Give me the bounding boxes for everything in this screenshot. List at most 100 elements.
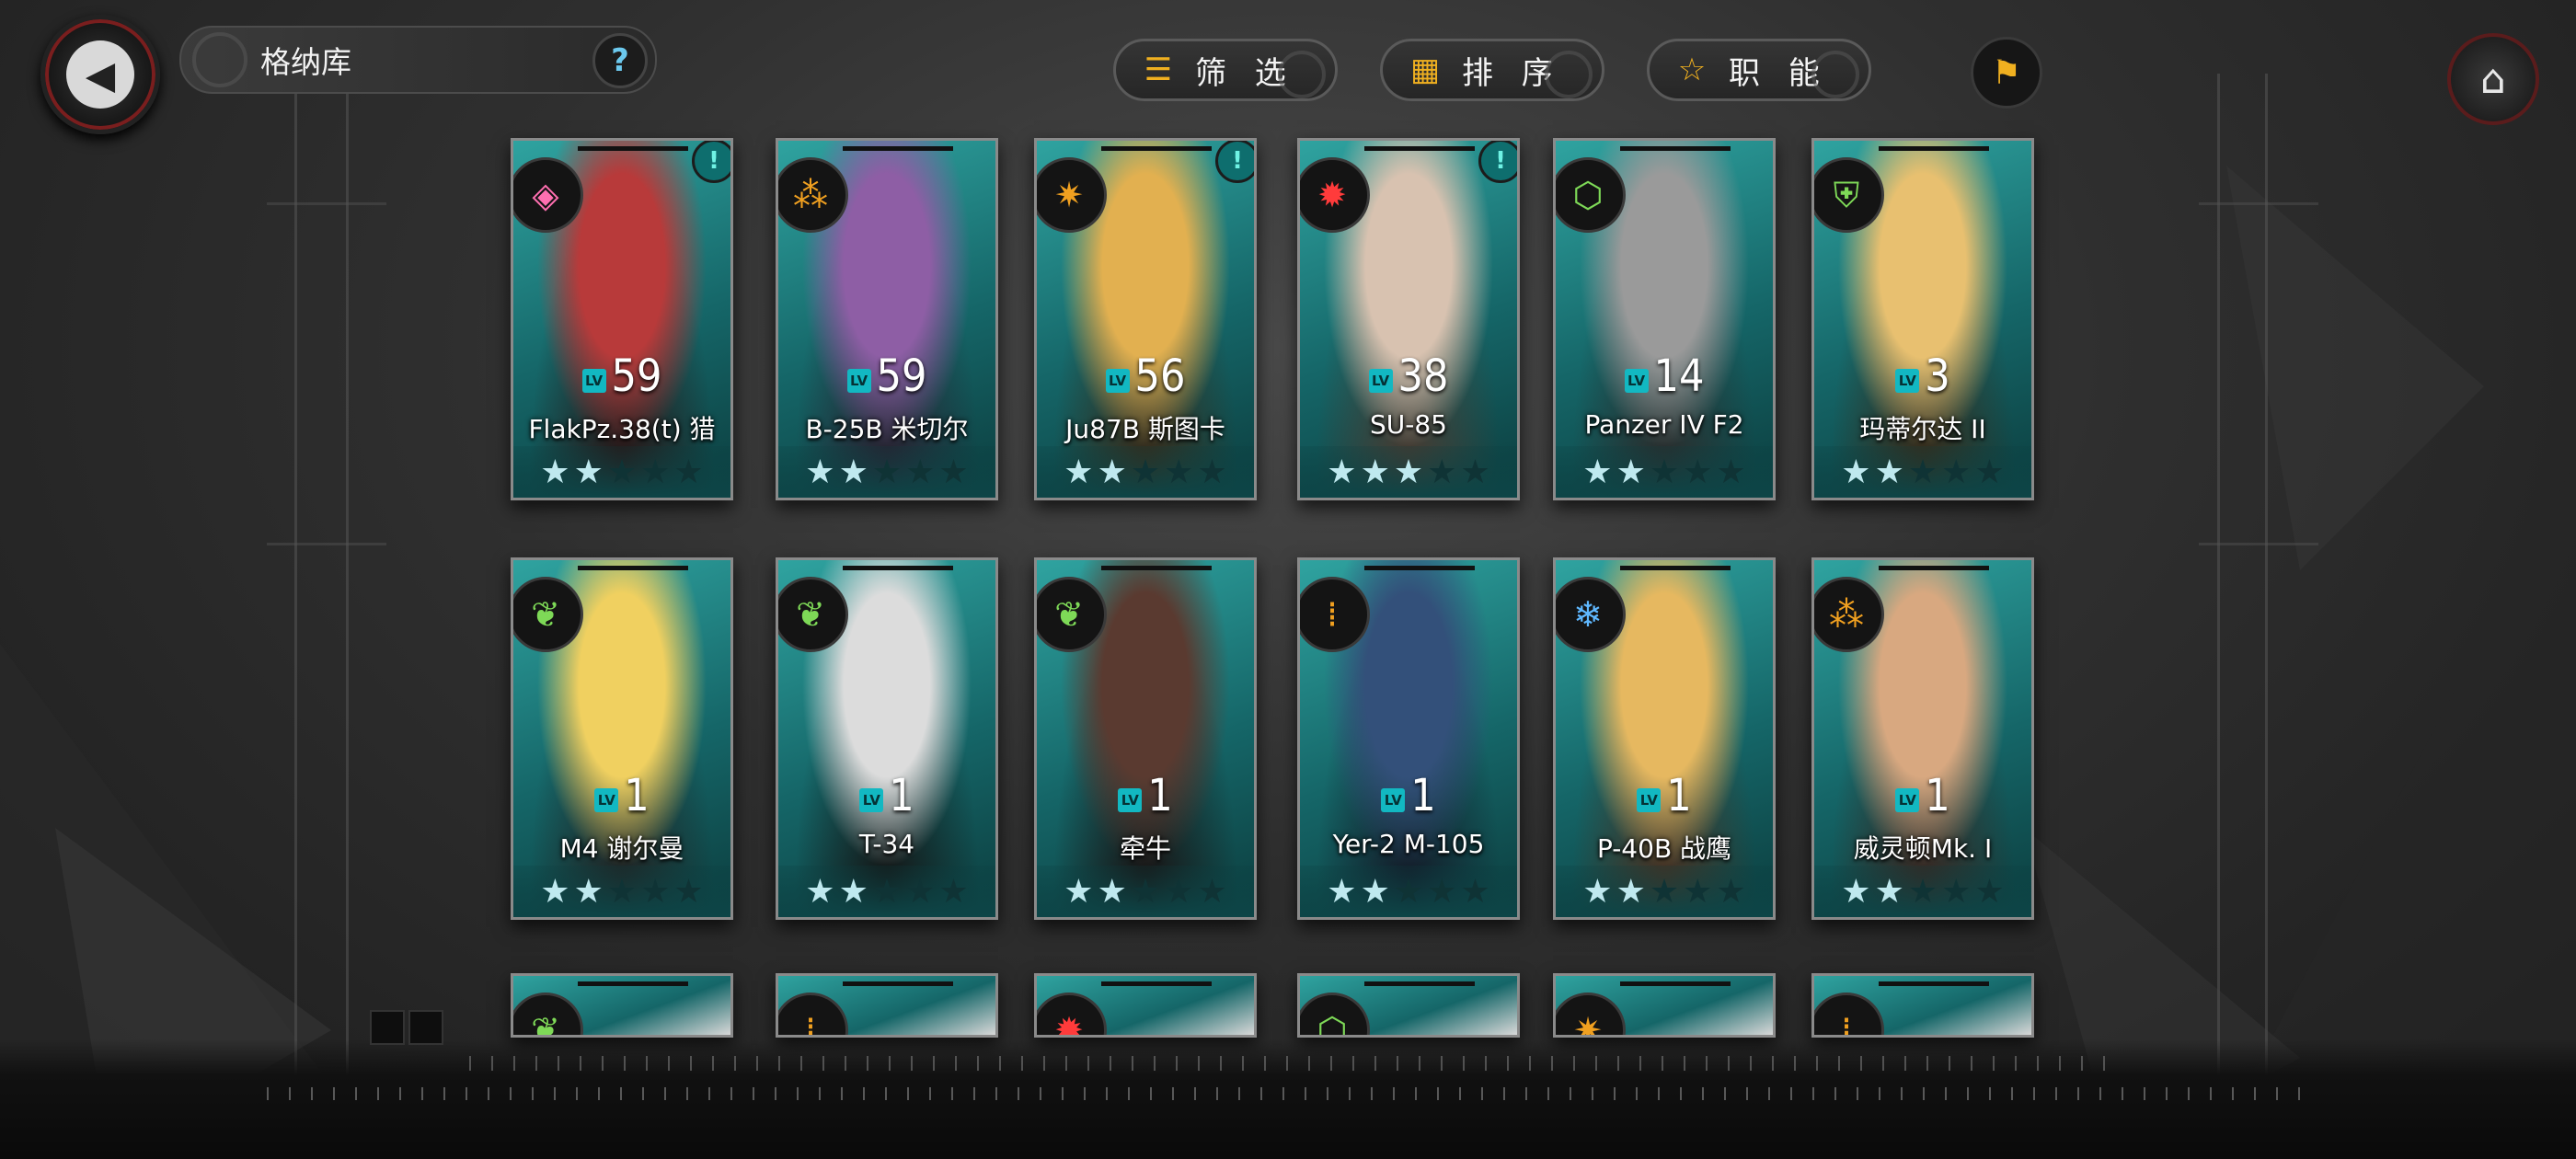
- star-rating: ★ ★ ★ ★ ★: [778, 446, 995, 498]
- unit-card[interactable]: ❄ LV 1 P-40B 战鹰 ★ ★ ★ ★ ★: [1553, 557, 1776, 920]
- unit-card[interactable]: ⁞: [1811, 973, 2034, 1038]
- unit-card[interactable]: ✷ ! LV 56 Ju87B 斯图卡 ★ ★ ★ ★ ★: [1034, 138, 1257, 500]
- unit-card[interactable]: ⁞ LV 1 Yer-2 M-105 ★ ★ ★ ★ ★: [1297, 557, 1520, 920]
- frame-line: [2199, 543, 2318, 545]
- sort-button[interactable]: ▦ 排 序: [1380, 39, 1604, 101]
- unit-card[interactable]: ✹ ! LV 38 SU-85 ★ ★ ★ ★ ★: [1297, 138, 1520, 500]
- card-top-bar: [1620, 981, 1731, 986]
- blue-snowflake-icon: ❄: [1556, 577, 1626, 652]
- card-top-bar: [1101, 146, 1212, 151]
- star-icon: ★: [1974, 453, 2005, 491]
- unit-card[interactable]: ❦ LV 1 牵牛 ★ ★ ★ ★ ★: [1034, 557, 1257, 920]
- background-pattern: [0, 166, 2576, 1159]
- level-number: 1: [1666, 770, 1692, 821]
- frame-line: [346, 74, 349, 1159]
- frame-line: [267, 543, 386, 545]
- unit-name: 牵牛: [1119, 833, 1171, 864]
- level-number: 1: [1925, 770, 1950, 821]
- back-button[interactable]: ◀: [40, 15, 160, 134]
- star-icon: ★: [1841, 872, 1871, 911]
- star-icon: ★: [640, 872, 671, 911]
- star-icon: ★: [640, 453, 671, 491]
- unit-card[interactable]: ⬡: [1297, 973, 1520, 1038]
- star-icon: ★: [871, 872, 903, 911]
- level-display: LV 1: [1037, 774, 1254, 818]
- filter-button[interactable]: ☰ 筛 选: [1113, 39, 1338, 101]
- star-icon: ★: [1393, 453, 1424, 491]
- card-top-bar: [578, 981, 688, 986]
- ruler-decoration: [469, 1056, 2116, 1071]
- card-top-bar: [578, 146, 688, 151]
- level-display: LV 59: [513, 354, 730, 398]
- unit-card[interactable]: ⬡ LV 14 Panzer IV F2 ★ ★ ★ ★ ★: [1553, 138, 1776, 500]
- star-icon: ★: [1427, 872, 1457, 911]
- level-tag: LV: [1895, 788, 1920, 812]
- gear-icon: [192, 32, 247, 87]
- card-top-bar: [843, 981, 953, 986]
- star-icon: ★: [938, 872, 969, 911]
- green-leaf-icon: ❦: [513, 577, 583, 652]
- unit-card[interactable]: ❦: [511, 973, 733, 1038]
- star-icon: ★: [805, 872, 835, 911]
- unit-card[interactable]: ⁂ LV 59 B-25B 米切尔 ★ ★ ★ ★ ★: [776, 138, 998, 500]
- star-icon: ★: [871, 453, 903, 491]
- unit-name: SU-85: [1370, 409, 1447, 440]
- star-icon: ★: [1841, 453, 1871, 491]
- star-icon: ★: [673, 872, 704, 911]
- help-button[interactable]: ?: [592, 33, 648, 88]
- level-number: 1: [889, 770, 914, 821]
- card-top-bar: [1879, 566, 1989, 570]
- star-icon: ★: [1649, 872, 1680, 911]
- level-number: 1: [1147, 770, 1173, 821]
- unit-name: T-34: [858, 829, 915, 859]
- gear-icon: [1811, 51, 1859, 98]
- star-icon: ★: [1164, 872, 1194, 911]
- role-button[interactable]: ☆ 职 能: [1647, 39, 1871, 101]
- unit-card[interactable]: ❦ LV 1 T-34 ★ ★ ★ ★ ★: [776, 557, 998, 920]
- star-icon: ★: [1427, 453, 1457, 491]
- card-top-bar: [1620, 566, 1731, 570]
- star-icon: ★: [573, 872, 604, 911]
- star-rating: ★ ★ ★ ★ ★: [1037, 866, 1254, 917]
- unit-name: Ju87B 斯图卡: [1065, 414, 1225, 444]
- star-icon: ★: [1097, 453, 1127, 491]
- level-display: LV 14: [1556, 354, 1773, 398]
- level-number: 1: [1410, 770, 1436, 821]
- level-number: 3: [1925, 350, 1950, 402]
- star-rating: ★ ★ ★ ★ ★: [1814, 866, 2031, 917]
- page-indicator-square: [370, 1010, 405, 1045]
- filter-lines-icon: ☰: [1144, 52, 1173, 88]
- unit-card[interactable]: ✹: [1034, 973, 1257, 1038]
- star-icon: ★: [1683, 872, 1713, 911]
- star-icon: ★: [1941, 453, 1972, 491]
- card-top-bar: [843, 146, 953, 151]
- unit-name: Panzer IV F2: [1584, 409, 1744, 440]
- emblem-button[interactable]: ⚑: [1971, 37, 2042, 109]
- unit-name: FlakPz.38(t) 猎: [528, 414, 716, 444]
- level-tag: LV: [859, 788, 884, 812]
- unit-card[interactable]: ◈ ! LV 59 FlakPz.38(t) 猎 ★ ★ ★ ★ ★: [511, 138, 733, 500]
- star-rating: ★ ★ ★ ★ ★: [1556, 446, 1773, 498]
- star-icon: ★: [1064, 872, 1094, 911]
- unit-card[interactable]: ⁞: [776, 973, 998, 1038]
- level-number: 38: [1397, 350, 1449, 402]
- home-button[interactable]: ⌂: [2447, 33, 2539, 125]
- level-number: 14: [1653, 350, 1705, 402]
- frame-line: [2199, 202, 2318, 205]
- star-icon: ★: [606, 453, 638, 491]
- orange-triple-circle-icon: ⁂: [778, 157, 848, 233]
- level-display: LV 1: [1300, 774, 1517, 818]
- green-leaf-icon: ❦: [1037, 577, 1107, 652]
- star-icon: ★: [1197, 872, 1227, 911]
- level-number: 56: [1134, 350, 1186, 402]
- unit-card[interactable]: ⁂ LV 1 威灵顿Mk. I ★ ★ ★ ★ ★: [1811, 557, 2034, 920]
- level-display: LV 1: [1556, 774, 1773, 818]
- level-tag: LV: [846, 369, 871, 393]
- unit-card[interactable]: ✷: [1553, 973, 1776, 1038]
- star-icon: ★: [1064, 453, 1094, 491]
- unit-card[interactable]: ❦ LV 1 M4 谢尔曼 ★ ★ ★ ★ ★: [511, 557, 733, 920]
- star-icon: ★: [1097, 872, 1127, 911]
- unit-card[interactable]: ⛨ LV 3 玛蒂尔达 II ★ ★ ★ ★ ★: [1811, 138, 2034, 500]
- level-number: 59: [876, 350, 927, 402]
- alert-badge: !: [692, 141, 730, 183]
